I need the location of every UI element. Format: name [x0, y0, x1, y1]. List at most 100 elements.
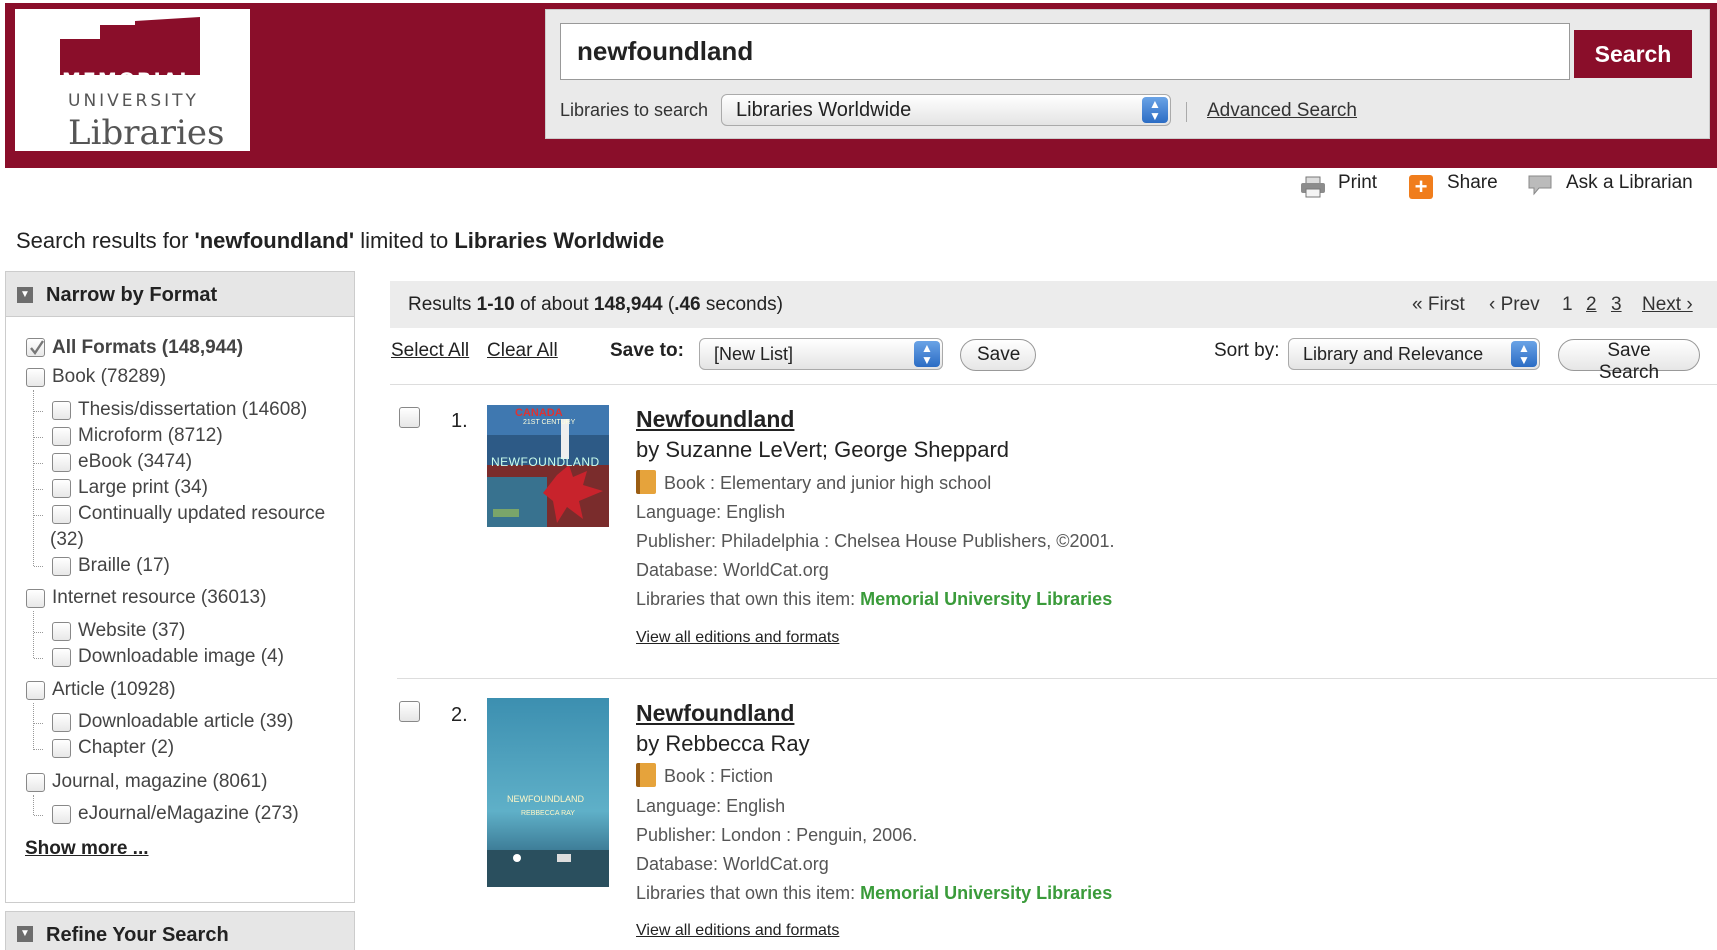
checkbox-journal[interactable]: [26, 773, 45, 792]
format-internet-resource[interactable]: Internet resource (36013): [52, 587, 266, 609]
results-paren-open: (: [662, 294, 675, 315]
checkbox-large-print[interactable]: [52, 479, 71, 498]
tree-tick: [34, 566, 43, 567]
format-thesis[interactable]: Thesis/dissertation (14608): [78, 399, 307, 421]
checkbox-thesis[interactable]: [52, 401, 71, 420]
results-heading: Search results for 'newfoundland' limite…: [16, 228, 664, 254]
chat-bubble-icon[interactable]: [1527, 174, 1553, 196]
checkbox-ebook[interactable]: [52, 453, 71, 472]
save-to-select[interactable]: [New List] ▲ ▼: [699, 338, 943, 370]
checkbox-chapter[interactable]: [52, 739, 71, 758]
result-1-library-link[interactable]: Memorial University Libraries: [860, 589, 1112, 609]
format-downloadable-article[interactable]: Downloadable article (39): [78, 711, 293, 733]
advanced-search-link[interactable]: Advanced Search: [1207, 100, 1357, 122]
checkbox-downloadable-image[interactable]: [52, 648, 71, 667]
checkbox-microform[interactable]: [52, 427, 71, 446]
checkbox-internet-resource[interactable]: [26, 589, 45, 608]
format-website[interactable]: Website (37): [78, 620, 185, 642]
libraries-to-search-label: Libraries to search: [560, 100, 709, 120]
page-3-link[interactable]: 3: [1611, 294, 1622, 316]
format-downloadable-image[interactable]: Downloadable image (4): [78, 646, 284, 668]
tree-tick: [34, 437, 43, 438]
checkbox-ejournal[interactable]: [52, 805, 71, 824]
result-2-view-all-editions-link[interactable]: View all editions and formats: [636, 922, 839, 940]
checkbox-book[interactable]: [26, 368, 45, 387]
memorial-logo[interactable]: MEMORIAL UNIVERSITY Libraries: [15, 9, 250, 153]
format-continually-updated[interactable]: Continually updated resource: [78, 503, 325, 525]
result-1-title-link[interactable]: Newfoundland: [636, 406, 794, 433]
search-button[interactable]: Search: [1574, 30, 1692, 78]
prev-page-link[interactable]: ‹ Prev: [1489, 294, 1540, 316]
result-1-author: by Suzanne LeVert; George Sheppard: [636, 437, 1010, 462]
print-link[interactable]: Print: [1338, 172, 1377, 194]
result-2-library-link[interactable]: Memorial University Libraries: [860, 883, 1112, 903]
result-1-view-all-editions-link[interactable]: View all editions and formats: [636, 629, 839, 647]
checkbox-continually-updated[interactable]: [52, 505, 71, 524]
result-1-cover-text-1: CANADA: [515, 407, 563, 419]
result-2-database: Database: WorldCat.org: [636, 854, 829, 874]
tree-tick: [34, 749, 43, 750]
result-2-language: Language: English: [636, 796, 786, 816]
checkbox-downloadable-article[interactable]: [52, 713, 71, 732]
tree-tick: [34, 463, 43, 464]
result-1-checkbox[interactable]: [399, 407, 420, 428]
share-link[interactable]: Share: [1447, 172, 1498, 194]
results-word: Results: [408, 294, 477, 315]
format-large-print[interactable]: Large print (34): [78, 477, 208, 499]
page-2-link[interactable]: 2: [1586, 294, 1597, 316]
result-1-libraries-label: Libraries that own this item:: [636, 589, 861, 609]
result-2-format: Book : Fiction: [636, 763, 773, 787]
book-icon: [636, 763, 656, 787]
result-1-cover-image[interactable]: CANADA 21ST CENTURY NEWFOUNDLAND: [487, 405, 609, 527]
save-to-value: [New List]: [714, 344, 794, 364]
checkbox-all-formats[interactable]: [26, 338, 45, 357]
heading-query: 'newfoundland': [194, 228, 355, 253]
first-page-link[interactable]: « First: [1412, 294, 1465, 316]
checkbox-braille[interactable]: [52, 557, 71, 576]
format-book[interactable]: Book (78289): [52, 366, 166, 388]
format-ebook[interactable]: eBook (3474): [78, 451, 192, 473]
collapse-icon[interactable]: ▼: [17, 926, 33, 942]
save-search-button[interactable]: Save Search: [1558, 339, 1700, 383]
results-summary-bar: Results 1-10 of about 148,944 (.46 secon…: [390, 281, 1717, 328]
tree-tick: [34, 489, 43, 490]
clear-all-link[interactable]: Clear All: [487, 340, 558, 362]
tree-line: [33, 795, 34, 815]
save-button[interactable]: Save: [960, 339, 1036, 371]
result-1-format: Book : Elementary and junior high school: [636, 470, 991, 494]
checkbox-website[interactable]: [52, 622, 71, 641]
result-1-number: 1.: [451, 410, 468, 432]
tree-tick: [34, 632, 43, 633]
format-continually-updated-count[interactable]: (32): [50, 529, 84, 551]
sort-by-select[interactable]: Library and Relevance ▲ ▼: [1288, 338, 1540, 370]
select-all-link[interactable]: Select All: [391, 340, 469, 362]
save-to-label: Save to:: [610, 340, 684, 361]
result-2-title-link[interactable]: Newfoundland: [636, 700, 794, 727]
next-page-link[interactable]: Next ›: [1642, 294, 1693, 316]
ask-a-librarian-link[interactable]: Ask a Librarian: [1566, 172, 1693, 194]
logo-flag-icon: [60, 17, 200, 75]
result-1-cover-text-2: 21ST CENTURY: [523, 419, 576, 426]
select-arrows-icon: ▲ ▼: [914, 341, 940, 367]
format-ejournal[interactable]: eJournal/eMagazine (273): [78, 803, 299, 825]
show-more-link[interactable]: Show more ...: [25, 838, 149, 860]
result-2-checkbox[interactable]: [399, 701, 420, 722]
format-chapter[interactable]: Chapter (2): [78, 737, 174, 759]
libraries-select-value: Libraries Worldwide: [736, 99, 912, 121]
format-microform[interactable]: Microform (8712): [78, 425, 223, 447]
checkbox-article[interactable]: [26, 681, 45, 700]
libraries-select[interactable]: Libraries Worldwide ▲ ▼: [721, 94, 1171, 126]
format-all[interactable]: All Formats (148,944): [52, 337, 243, 359]
result-1-libraries: Libraries that own this item: Memorial U…: [636, 589, 1112, 610]
share-icon[interactable]: +: [1409, 175, 1433, 199]
format-article[interactable]: Article (10928): [52, 679, 176, 701]
printer-icon[interactable]: [1300, 176, 1326, 198]
refine-your-search-header[interactable]: ▼ Refine Your Search: [5, 911, 355, 950]
result-2-cover-image[interactable]: NEWFOUNDLAND REBBECCA RAY: [487, 698, 609, 887]
search-input[interactable]: newfoundland: [560, 23, 1570, 80]
format-journal[interactable]: Journal, magazine (8061): [52, 771, 267, 793]
results-paren-close: seconds): [700, 294, 783, 315]
tree-tick: [34, 411, 43, 412]
format-braille[interactable]: Braille (17): [78, 555, 170, 577]
tree-line: [33, 611, 34, 658]
